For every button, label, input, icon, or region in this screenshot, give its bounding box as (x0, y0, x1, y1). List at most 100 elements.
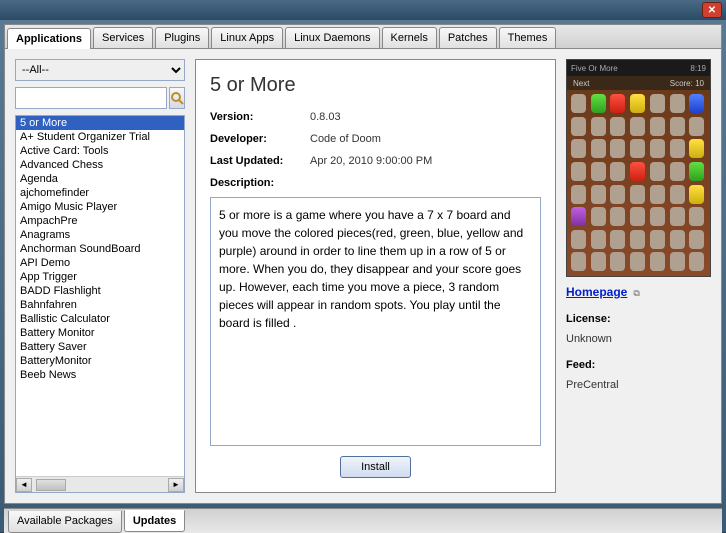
screenshot-score-label: Score: (670, 79, 693, 88)
grid-cell (670, 252, 685, 271)
grid-cell (689, 139, 704, 158)
grid-cell (670, 162, 685, 181)
grid-cell (591, 207, 606, 226)
grid-cell (591, 230, 606, 249)
search-input[interactable] (15, 87, 167, 109)
category-select[interactable]: --All-- (15, 59, 185, 81)
search-button[interactable] (169, 87, 185, 109)
app-title: 5 or More (210, 74, 541, 97)
list-item[interactable]: 5 or More (16, 116, 184, 130)
grid-cell (650, 94, 665, 113)
grid-cell (630, 185, 645, 204)
list-item[interactable]: API Demo (16, 256, 184, 270)
top-tabs: ApplicationsServicesPluginsLinux AppsLin… (5, 25, 721, 49)
grid-cell (610, 207, 625, 226)
close-button[interactable]: ✕ (702, 2, 722, 18)
list-item[interactable]: BatteryMonitor (16, 354, 184, 368)
list-item[interactable]: App Trigger (16, 270, 184, 284)
category-dropdown[interactable]: --All-- (15, 59, 185, 81)
homepage-link[interactable]: Homepage (566, 285, 627, 299)
grid-cell (689, 94, 704, 113)
grid-cell (610, 94, 625, 113)
bottom-tab-available-packages[interactable]: Available Packages (8, 511, 122, 533)
grid-cell (650, 162, 665, 181)
screenshot-app-name: Five Or More (571, 64, 618, 73)
grid-cell (571, 162, 586, 181)
version-label: Version: (210, 111, 310, 123)
tab-applications[interactable]: Applications (7, 28, 91, 49)
install-button[interactable]: Install (340, 456, 411, 478)
grid-cell (571, 252, 586, 271)
grid-cell (689, 117, 704, 136)
search-row (15, 87, 185, 109)
list-item[interactable]: Advanced Chess (16, 158, 184, 172)
description-text[interactable]: 5 or more is a game where you have a 7 x… (210, 197, 541, 446)
list-item[interactable]: A+ Student Organizer Trial (16, 130, 184, 144)
grid-cell (670, 185, 685, 204)
grid-cell (670, 207, 685, 226)
list-item[interactable]: Amigo Music Player (16, 200, 184, 214)
grid-cell (689, 230, 704, 249)
license-label: License: (566, 313, 711, 325)
screenshot-next-label: Next (573, 79, 589, 88)
grid-cell (689, 252, 704, 271)
screenshot-grid (567, 90, 710, 276)
grid-cell (630, 252, 645, 271)
grid-cell (591, 139, 606, 158)
horizontal-scrollbar[interactable]: ◄ ► (16, 476, 184, 492)
grid-cell (591, 162, 606, 181)
grid-cell (630, 162, 645, 181)
tab-themes[interactable]: Themes (499, 27, 557, 48)
scroll-right-button[interactable]: ► (168, 478, 184, 492)
description-label: Description: (210, 177, 541, 189)
grid-cell (610, 139, 625, 158)
tab-linux-apps[interactable]: Linux Apps (211, 27, 283, 48)
list-item[interactable]: Bahnfahren (16, 298, 184, 312)
list-item[interactable]: Beeb News (16, 368, 184, 382)
screenshot-score-value: 10 (695, 79, 704, 88)
list-item[interactable]: Battery Saver (16, 340, 184, 354)
grid-cell (610, 117, 625, 136)
tab-services[interactable]: Services (93, 27, 153, 48)
main-area: --All-- 5 or MoreA+ Student Organizer Tr… (5, 49, 721, 503)
grid-cell (630, 94, 645, 113)
tab-patches[interactable]: Patches (439, 27, 497, 48)
list-item[interactable]: Anchorman SoundBoard (16, 242, 184, 256)
grid-cell (650, 139, 665, 158)
app-screenshot: Five Or More 8:19 Next Score: 10 (566, 59, 711, 277)
grid-cell (610, 185, 625, 204)
grid-cell (591, 117, 606, 136)
updated-value: Apr 20, 2010 9:00:00 PM (310, 155, 432, 167)
scroll-left-button[interactable]: ◄ (16, 478, 32, 492)
list-item[interactable]: Agenda (16, 172, 184, 186)
tab-kernels[interactable]: Kernels (382, 27, 437, 48)
grid-cell (650, 230, 665, 249)
right-panel: Five Or More 8:19 Next Score: 10 Homepag… (566, 59, 711, 493)
list-item[interactable]: AmpachPre (16, 214, 184, 228)
list-item[interactable]: Battery Monitor (16, 326, 184, 340)
list-item[interactable]: ajchomefinder (16, 186, 184, 200)
developer-value: Code of Doom (310, 133, 381, 145)
list-item[interactable]: Anagrams (16, 228, 184, 242)
updated-label: Last Updated: (210, 155, 310, 167)
grid-cell (650, 207, 665, 226)
tab-plugins[interactable]: Plugins (155, 27, 209, 48)
package-list[interactable]: 5 or MoreA+ Student Organizer TrialActiv… (16, 116, 184, 476)
list-item[interactable]: BADD Flashlight (16, 284, 184, 298)
list-item[interactable]: Ballistic Calculator (16, 312, 184, 326)
license-value: Unknown (566, 333, 711, 345)
grid-cell (670, 230, 685, 249)
search-icon (170, 91, 184, 105)
scroll-thumb[interactable] (36, 479, 66, 491)
package-listbox: 5 or MoreA+ Student Organizer TrialActiv… (15, 115, 185, 493)
grid-cell (571, 185, 586, 204)
grid-cell (591, 252, 606, 271)
grid-cell (630, 230, 645, 249)
grid-cell (571, 230, 586, 249)
titlebar: ✕ (0, 0, 726, 20)
bottom-tab-updates[interactable]: Updates (124, 510, 185, 532)
tab-linux-daemons[interactable]: Linux Daemons (285, 27, 379, 48)
bottom-tabs: Available PackagesUpdates (4, 508, 722, 533)
grid-cell (689, 207, 704, 226)
list-item[interactable]: Active Card: Tools (16, 144, 184, 158)
